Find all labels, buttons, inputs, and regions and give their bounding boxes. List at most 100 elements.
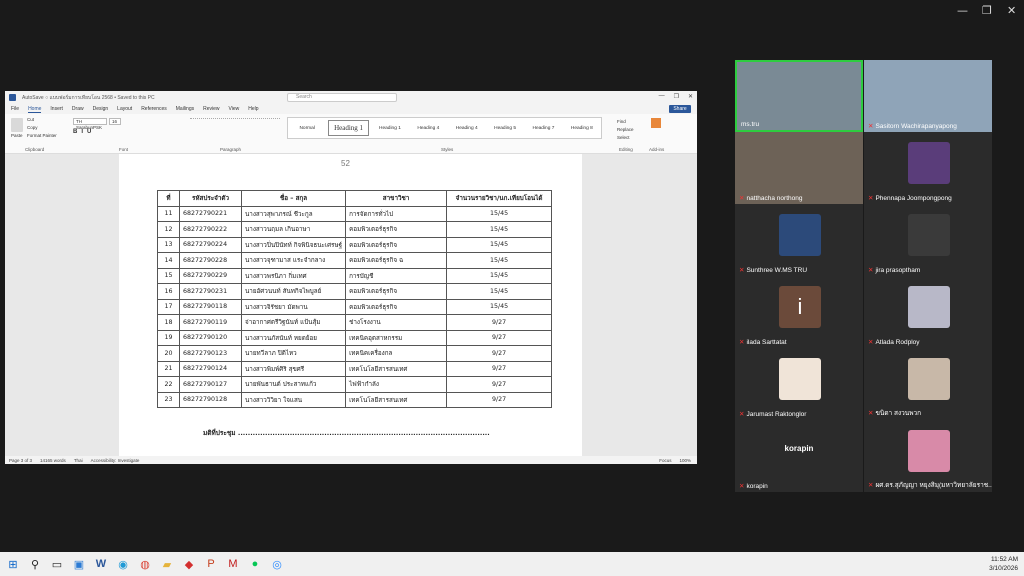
participant-name: ✕ ขนิดา สงวนพวก <box>868 408 921 418</box>
tab-view[interactable]: View <box>229 106 240 112</box>
font-size-select[interactable]: 16 <box>109 118 121 125</box>
table-cell: จ่าอากาศตรีวิฐนันท์ แป้นสุ้ม <box>240 314 347 331</box>
edge-icon[interactable]: ◉ <box>112 553 134 575</box>
zoom-icon[interactable]: ◎ <box>266 553 288 575</box>
participant-tile[interactable]: ✕ natthacha northong <box>735 132 863 204</box>
avatar <box>908 358 950 400</box>
table-cell: 68272790127 <box>179 376 242 393</box>
muted-mic-icon: ✕ <box>739 267 745 274</box>
participant-tile[interactable]: ✕ Jarumast Raktonglor <box>735 348 863 420</box>
participant-name-text: ผศ.ดร.สุภัญญา หยุงสิมุ(มหาวิทยาลัยราช... <box>875 482 992 489</box>
select-button[interactable]: Select <box>617 134 634 142</box>
tab-insert[interactable]: Insert <box>50 106 63 112</box>
table-cell: 68272790221 <box>179 205 242 222</box>
style-4[interactable]: Heading 4 <box>448 126 486 131</box>
tab-draw[interactable]: Draw <box>72 106 84 112</box>
word-taskbar-icon[interactable]: W <box>90 553 112 575</box>
table-cell: 12 <box>157 221 180 238</box>
style-7[interactable]: Heading 8 <box>563 126 601 131</box>
file-explorer-icon[interactable]: ▰ <box>156 553 178 575</box>
tab-references[interactable]: References <box>141 106 167 112</box>
tab-home[interactable]: Home <box>28 106 42 113</box>
style-3[interactable]: Heading 4 <box>409 126 447 131</box>
tab-layout[interactable]: Layout <box>117 106 132 112</box>
share-button[interactable]: Share <box>669 105 691 113</box>
shared-word-window: AutoSave ○ แบบฟอร์มการเทียบโอน 2568 • Sa… <box>5 91 697 464</box>
table-row: 19 68272790120 นางสาวนภัสนันท์ หยดย้อย เทคน… <box>157 329 553 346</box>
restore-button[interactable]: ❐ <box>982 4 992 17</box>
table-cell: นายทวีลาภ ปิติไหว <box>240 345 347 362</box>
participant-tile[interactable]: ✕ Atlada Rodploy <box>864 276 992 348</box>
mcafee-icon[interactable]: M <box>222 553 244 575</box>
table-cell: นางสาววิวิยา ใจแสน <box>240 391 347 408</box>
font-name-select[interactable]: TH SarabunPSK <box>73 118 107 130</box>
participant-tile[interactable]: ✕ Phennapa Joompongpong <box>864 132 992 204</box>
participant-tile[interactable]: ✕ ขนิดา สงวนพวก <box>864 348 992 420</box>
tab-file[interactable]: File <box>11 106 19 112</box>
powerpoint-icon[interactable]: P <box>200 553 222 575</box>
bold-italic-underline-buttons[interactable]: BIU <box>73 129 95 135</box>
close-button[interactable]: ✕ <box>1007 4 1016 17</box>
table-cell: 18 <box>157 314 180 331</box>
style-2[interactable]: Heading 1 <box>371 126 409 131</box>
tab-design[interactable]: Design <box>93 106 109 112</box>
table-cell: 68272790118 <box>179 298 242 315</box>
replace-button[interactable]: Replace <box>617 126 634 134</box>
search-icon[interactable]: ⚲ <box>24 553 46 575</box>
find-button[interactable]: Find <box>617 118 634 126</box>
table-cell: คอมพิวเตอร์ธุรกิจ <box>345 236 448 253</box>
word-restore-icon[interactable]: ❐ <box>674 93 679 100</box>
participant-name-text: Atlada Rodploy <box>875 339 920 346</box>
paragraph-controls[interactable] <box>190 118 280 136</box>
participant-tile[interactable]: ✕ jira prasoptham <box>864 204 992 276</box>
participant-name-text: Sunthree W.MS TRU <box>746 267 808 274</box>
cut-button[interactable]: Cut <box>27 117 34 122</box>
tab-mailings[interactable]: Mailings <box>176 106 194 112</box>
paragraph-group-label: Paragraph <box>220 147 242 152</box>
tab-review[interactable]: Review <box>203 106 219 112</box>
style-5[interactable]: Heading 5 <box>486 126 524 131</box>
avatar <box>908 214 950 256</box>
table-cell: 14 <box>157 252 180 269</box>
add-ins-icon[interactable] <box>651 118 661 128</box>
participant-tile[interactable]: ms.tru <box>735 60 863 132</box>
participant-name: ✕ jira prasoptham <box>868 266 920 274</box>
app-icon-1[interactable]: ▣ <box>68 553 90 575</box>
acrobat-icon[interactable]: ◆ <box>178 553 200 575</box>
chrome-icon[interactable]: ◍ <box>134 553 156 575</box>
style-6[interactable]: Heading 7 <box>524 126 562 131</box>
table-cell: เทคโนโลยีสารสนเทศ <box>345 391 448 408</box>
table-cell: 68272790120 <box>179 329 242 346</box>
participant-name-text: natthacha northong <box>746 195 803 202</box>
tab-help[interactable]: Help <box>248 106 258 112</box>
word-search-input[interactable]: Search <box>287 93 397 102</box>
styles-gallery[interactable]: Normal Heading 1 Heading 1 Heading 4 Heading… <box>287 117 602 139</box>
muted-mic-icon: ✕ <box>868 339 874 346</box>
word-minimize-icon[interactable]: — <box>659 93 665 100</box>
line-icon[interactable]: ● <box>244 553 266 575</box>
participant-tile[interactable]: i ✕ ilada Sarttatat <box>735 276 863 348</box>
style-1[interactable]: Heading 1 <box>328 120 369 136</box>
status-item: 14165 words <box>40 457 66 463</box>
table-row: 11 68272790221 นางสาวสุพาภรณ์ ชีวะกูล การจั… <box>157 205 553 222</box>
participant-tile[interactable]: ✕ ผศ.ดร.สุภัญญา หยุงสิมุ(มหาวิทยาลัยราช..… <box>864 420 992 492</box>
participant-name: ✕ Sasitorn Wachirapanyapong <box>868 122 957 130</box>
format-painter-button[interactable]: Format Painter <box>27 133 57 138</box>
copy-button[interactable]: Copy <box>27 125 38 130</box>
table-cell: 68272790128 <box>179 391 242 408</box>
minimize-button[interactable]: — <box>957 4 968 17</box>
participant-tile[interactable]: ✕ Sasitorn Wachirapanyapong <box>864 60 992 132</box>
col-header-name: ชื่อ – สกุล <box>240 190 347 207</box>
avatar-initial: i <box>779 286 821 328</box>
word-close-icon[interactable]: ✕ <box>688 93 693 100</box>
paste-icon[interactable] <box>11 118 23 132</box>
style-0[interactable]: Normal <box>288 126 326 131</box>
word-status-bar: Page 3 of 3 14165 words Thai Accessibility:… <box>5 456 697 464</box>
editing-controls[interactable]: Find Replace Select <box>617 118 634 142</box>
task-view-icon[interactable]: ▭ <box>46 553 68 575</box>
participant-name: ✕ korapin <box>739 482 768 490</box>
participant-tile[interactable]: korapin ✕ korapin <box>735 420 863 492</box>
table-cell: 19 <box>157 329 180 346</box>
start-icon[interactable]: ⊞ <box>2 553 24 575</box>
participant-tile[interactable]: ✕ Sunthree W.MS TRU <box>735 204 863 276</box>
